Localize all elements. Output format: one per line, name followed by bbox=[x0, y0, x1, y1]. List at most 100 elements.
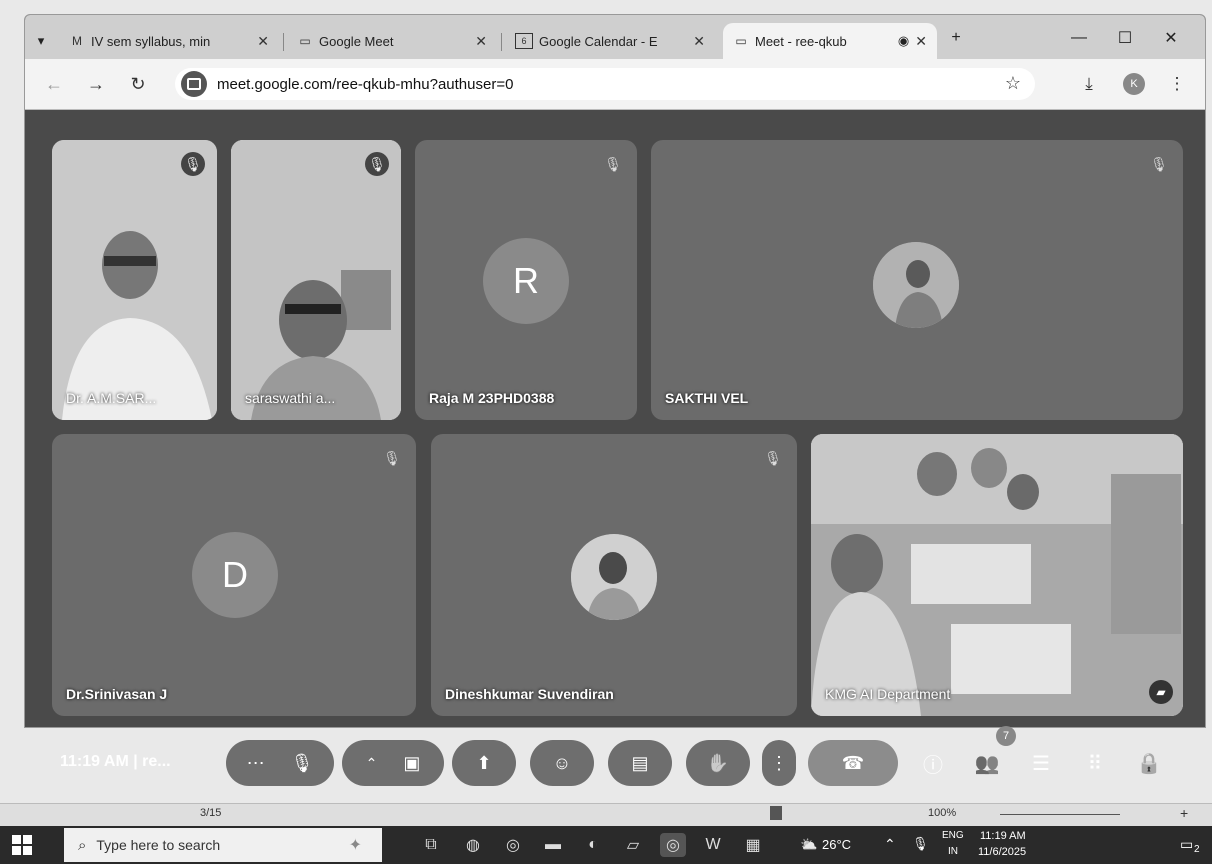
taskbar-search[interactable]: ⌕ Type here to search ✦ bbox=[64, 828, 382, 862]
zoom-in-icon[interactable]: + bbox=[1180, 805, 1188, 821]
play-icon[interactable] bbox=[770, 806, 782, 820]
close-icon[interactable]: ✕ bbox=[475, 33, 487, 50]
chevron-up-icon[interactable]: ⌃ bbox=[884, 836, 896, 853]
chrome-icon[interactable]: ◎ bbox=[500, 833, 526, 857]
pdf-page-indicator[interactable]: 3/15 bbox=[200, 807, 221, 819]
participant-tile[interactable]: D 🎙 Dr.Srinivasan J bbox=[52, 434, 416, 716]
maximize-button[interactable]: ☐ bbox=[1105, 25, 1145, 51]
close-icon[interactable]: ✕ bbox=[693, 33, 705, 50]
download-icon[interactable]: ⤓ bbox=[1075, 71, 1103, 97]
app-icon[interactable]: ▱ bbox=[620, 833, 646, 857]
reload-button[interactable]: ↻ bbox=[125, 71, 151, 97]
url-text: meet.google.com/ree-qkub-mhu?authuser=0 bbox=[217, 75, 514, 93]
task-view-icon[interactable]: ⧉ bbox=[418, 833, 444, 857]
chevron-up-icon[interactable]: ⌃ bbox=[366, 755, 378, 772]
tab-strip: ▾ M IV sem syllabus, min ✕ ▭ Google Meet… bbox=[25, 15, 1205, 59]
mic-off-icon: 🎙 bbox=[764, 449, 782, 466]
weather-temp[interactable]: 26°C bbox=[822, 837, 851, 852]
site-info-icon[interactable] bbox=[181, 71, 207, 97]
mic-off-icon: 🎙 bbox=[604, 155, 622, 172]
camera-icon[interactable]: ▣ bbox=[403, 753, 420, 774]
bookmark-star-icon[interactable]: ☆ bbox=[1005, 73, 1021, 94]
tab-title: Meet - ree-qkub bbox=[755, 33, 847, 49]
zoom-slider[interactable] bbox=[1000, 814, 1120, 815]
notification-icon[interactable]: ▭ bbox=[1180, 836, 1193, 853]
search-placeholder: Type here to search bbox=[96, 837, 221, 853]
tab-meet-active[interactable]: ▭ Meet - ree-qkub ◉ ✕ bbox=[723, 23, 937, 59]
menu-dots-icon[interactable]: ⋮ bbox=[1163, 71, 1191, 97]
meet-icon: ▭ bbox=[735, 34, 747, 48]
leave-call-button[interactable]: ☎ bbox=[808, 740, 898, 786]
participant-tile[interactable]: 🎙 SAKTHI VEL bbox=[651, 140, 1183, 420]
tab-google-meet[interactable]: ▭ Google Meet ✕ bbox=[287, 23, 497, 59]
app-icon[interactable]: ◍ bbox=[460, 833, 486, 857]
participant-tile[interactable]: 🎙 Dineshkumar Suvendiran bbox=[431, 434, 797, 716]
pin-icon[interactable]: ▰ bbox=[1149, 680, 1173, 704]
mic-off-icon: 🎙 bbox=[383, 449, 401, 466]
file-explorer-icon[interactable]: ▬ bbox=[540, 833, 566, 857]
participant-avatar bbox=[571, 534, 657, 620]
participant-avatar: D bbox=[192, 532, 278, 618]
mic-icon[interactable]: 🎙 bbox=[291, 753, 314, 774]
captions-icon: ▤ bbox=[631, 752, 649, 773]
people-icon[interactable]: 👥 bbox=[972, 748, 1002, 778]
sparkle-icon: ✦ bbox=[348, 837, 362, 854]
new-tab-button[interactable]: + bbox=[941, 25, 971, 51]
close-window-button[interactable]: ✕ bbox=[1151, 25, 1191, 51]
participant-tile[interactable]: R 🎙 Raja M 23PHD0388 bbox=[415, 140, 637, 420]
mic-icon[interactable]: 🎙 bbox=[912, 836, 929, 852]
close-icon[interactable]: ✕ bbox=[257, 33, 269, 50]
windows-taskbar: ⌕ Type here to search ✦ ⧉ ◍ ◎ ▬ ◐ ▱ ◎ W … bbox=[0, 826, 1212, 864]
raise-hand-button[interactable]: ✋ bbox=[686, 740, 750, 786]
participant-tile[interactable]: KMG AI Department ▰ bbox=[811, 434, 1183, 716]
tab-search-button[interactable]: ▾ bbox=[31, 23, 51, 59]
info-icon[interactable]: ⓘ bbox=[918, 748, 948, 778]
region-code: IN bbox=[948, 846, 958, 857]
captions-button[interactable]: ▤ bbox=[608, 740, 672, 786]
word-icon[interactable]: W bbox=[700, 833, 726, 857]
profile-avatar[interactable]: K bbox=[1123, 73, 1145, 95]
zoom-level[interactable]: 100% bbox=[928, 807, 956, 819]
language-code[interactable]: ENG bbox=[942, 830, 964, 841]
present-button[interactable]: ⬆ bbox=[452, 740, 516, 786]
meeting-time: 11:19 AM bbox=[60, 753, 129, 770]
mic-off-icon: 🎙 bbox=[1150, 155, 1168, 172]
mic-off-icon: 🎙 bbox=[181, 152, 205, 176]
people-count-badge: 7 bbox=[996, 726, 1016, 746]
clock-time[interactable]: 11:19 AM bbox=[980, 830, 1026, 842]
weather-icon: ⛅ bbox=[800, 836, 818, 852]
more-vert-icon: ⋮ bbox=[770, 752, 788, 773]
meeting-code: re... bbox=[142, 753, 171, 770]
video-control-group: ⌃ ▣ bbox=[342, 740, 444, 786]
more-audio-icon[interactable]: ⋯ bbox=[247, 753, 265, 774]
meet-stage: 🎙 Dr. A.M.SAR... 🎙 saraswathi a... R 🎙 R… bbox=[25, 110, 1205, 727]
notification-count: 2 bbox=[1194, 844, 1200, 855]
tab-title: Google Calendar - E bbox=[539, 33, 658, 49]
participant-name: Dineshkumar Suvendiran bbox=[445, 686, 614, 702]
forward-button[interactable]: → bbox=[83, 71, 109, 97]
participant-avatar bbox=[873, 242, 959, 328]
meeting-time-code: 11:19 AM | re... bbox=[60, 753, 171, 771]
host-controls-icon[interactable]: 🔒 bbox=[1134, 748, 1164, 778]
minimize-button[interactable]: — bbox=[1059, 25, 1099, 51]
back-button[interactable]: ← bbox=[41, 71, 67, 97]
tab-google-calendar[interactable]: 6 Google Calendar - E ✕ bbox=[505, 23, 715, 59]
reactions-button[interactable]: ☺ bbox=[530, 740, 594, 786]
meet-app-icon[interactable]: ◎ bbox=[660, 833, 686, 857]
participant-name: Dr. A.M.SAR... bbox=[66, 390, 157, 406]
tab-title: Google Meet bbox=[319, 33, 394, 49]
edge-icon[interactable]: ◐ bbox=[580, 833, 606, 857]
tab-gmail[interactable]: M IV sem syllabus, min ✕ bbox=[59, 23, 279, 59]
emoji-icon: ☺ bbox=[552, 752, 572, 773]
participant-tile[interactable]: 🎙 saraswathi a... bbox=[231, 140, 401, 420]
close-icon[interactable]: ✕ bbox=[915, 33, 927, 50]
audio-control-group: ⋯ 🎙 bbox=[226, 740, 334, 786]
windows-start-icon[interactable] bbox=[12, 835, 32, 855]
activities-icon[interactable]: ⠿ bbox=[1080, 748, 1110, 778]
chat-icon[interactable]: ☰ bbox=[1026, 748, 1056, 778]
more-options-button[interactable]: ⋮ bbox=[762, 740, 796, 786]
document-icon[interactable]: ▦ bbox=[740, 833, 766, 857]
address-bar[interactable]: meet.google.com/ree-qkub-mhu?authuser=0 … bbox=[175, 68, 1035, 100]
clock-date[interactable]: 11/6/2025 bbox=[978, 846, 1026, 858]
participant-tile[interactable]: 🎙 Dr. A.M.SAR... bbox=[52, 140, 217, 420]
